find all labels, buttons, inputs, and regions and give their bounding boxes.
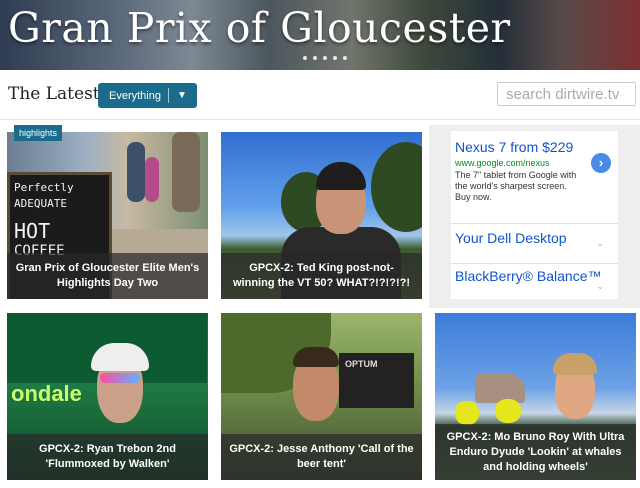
video-card[interactable]: Perfectly ADEQUATE HOT COFFEE Gran Prix … [7, 132, 208, 299]
thumbnail-logo: ondale [11, 381, 82, 406]
ad-link[interactable]: Your Dell Desktop ⌄ [451, 223, 618, 252]
thumbnail-balloon [495, 399, 521, 423]
video-card[interactable]: OPTUM GPCX-2: Jesse Anthony 'Call of the… [221, 313, 422, 480]
thumbnail-rock [475, 373, 525, 403]
latest-label: The Latest: [8, 84, 106, 104]
carousel-dot[interactable] [333, 56, 337, 60]
video-title[interactable]: Gran Prix of Gloucester Elite Men's High… [7, 253, 208, 299]
divider [0, 119, 640, 120]
carousel-dots [303, 56, 347, 60]
ad-link-label: BlackBerry® Balance™ [455, 268, 602, 284]
thumbnail-tree [371, 142, 422, 232]
chalk-text: ADEQUATE [14, 197, 67, 210]
video-card[interactable]: GPCX-2: Ted King post-not-winning the VT… [221, 132, 422, 299]
thumbnail-hair [293, 347, 339, 367]
carousel-dot[interactable] [323, 56, 327, 60]
thumbnail-person [127, 142, 145, 202]
thumbnail-hair [553, 353, 597, 375]
dropdown-separator [168, 88, 169, 103]
ad-link[interactable]: BlackBerry® Balance™ ⌄ [451, 263, 618, 301]
thumbnail-balloon [455, 401, 479, 425]
ad-description: The 7" tablet from Google with the world… [455, 170, 577, 202]
video-title[interactable]: GPCX-2: Ryan Trebon 2nd 'Flummoxed by Wa… [7, 434, 208, 480]
thumbnail-glasses [100, 373, 140, 383]
ad-unit: Nexus 7 from $229 www.google.com/nexus T… [429, 125, 640, 308]
ad-panel: Nexus 7 from $229 www.google.com/nexus T… [451, 131, 618, 299]
carousel-dot[interactable] [343, 56, 347, 60]
search-input[interactable] [497, 82, 636, 106]
ad-headline[interactable]: Nexus 7 from $229 [455, 139, 573, 155]
video-title[interactable]: GPCX-2: Ted King post-not-winning the VT… [221, 253, 422, 299]
ad-link-label: Your Dell Desktop [455, 230, 567, 246]
video-card[interactable]: GPCX-2: Mo Bruno Roy With Ultra Enduro D… [435, 313, 636, 480]
thumbnail-sign: OPTUM [339, 353, 414, 408]
chevron-down-icon: ▼ [177, 90, 187, 101]
site-banner: Gran Prix of Gloucester [0, 0, 640, 70]
highlights-badge[interactable]: highlights [14, 125, 63, 141]
chalk-text: HOT [14, 219, 51, 243]
category-dropdown[interactable]: Everything ▼ [98, 83, 197, 108]
filter-bar: The Latest: Everything ▼ [0, 70, 640, 122]
thumbnail-cap [316, 162, 366, 190]
thumbnail-helmet [91, 343, 149, 371]
video-title[interactable]: GPCX-2: Mo Bruno Roy With Ultra Enduro D… [435, 424, 636, 480]
chevron-down-icon: ⌄ [596, 238, 604, 248]
ad-url[interactable]: www.google.com/nexus [455, 158, 550, 168]
dropdown-value: Everything [109, 89, 161, 102]
arrow-right-icon[interactable]: › [591, 153, 611, 173]
chalk-text: Perfectly [14, 181, 74, 194]
thumbnail-person [145, 157, 159, 202]
site-title[interactable]: Gran Prix of Gloucester [8, 4, 511, 52]
video-title[interactable]: GPCX-2: Jesse Anthony 'Call of the beer … [221, 434, 422, 480]
thumbnail-person [172, 132, 200, 212]
chevron-down-icon: ⌄ [596, 281, 604, 291]
carousel-dot[interactable] [313, 56, 317, 60]
video-card[interactable]: ondale GPCX-2: Ryan Trebon 2nd 'Flummoxe… [7, 313, 208, 480]
carousel-dot[interactable] [303, 56, 307, 60]
